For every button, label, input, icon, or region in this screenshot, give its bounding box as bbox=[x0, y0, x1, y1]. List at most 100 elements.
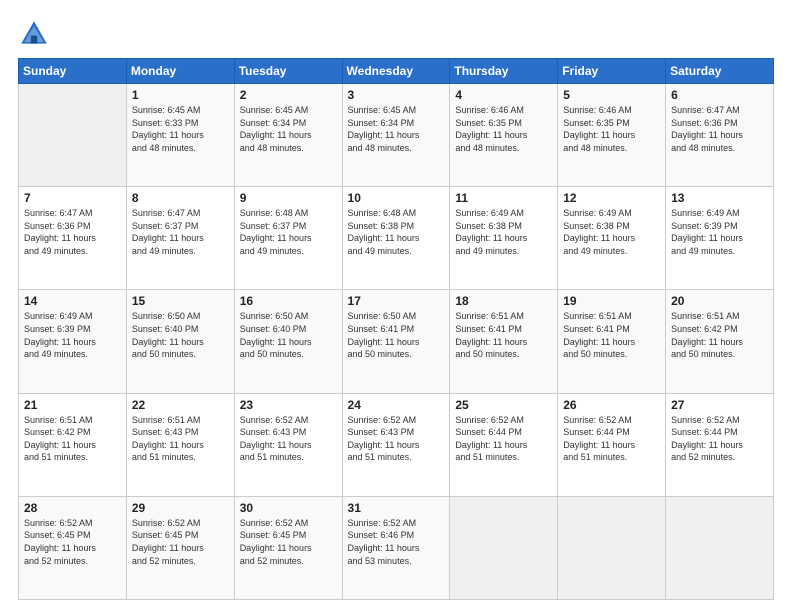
day-number: 15 bbox=[132, 294, 230, 308]
day-number: 19 bbox=[563, 294, 661, 308]
logo bbox=[18, 18, 54, 50]
calendar-cell: 5Sunrise: 6:46 AM Sunset: 6:35 PM Daylig… bbox=[558, 84, 666, 187]
day-info: Sunrise: 6:52 AM Sunset: 6:46 PM Dayligh… bbox=[348, 517, 446, 567]
calendar-week-3: 14 Sunrise: 6:49 AM Sunset: 6:39 PM Dayli… bbox=[19, 290, 774, 393]
day-number: 16 bbox=[240, 294, 338, 308]
calendar-cell: 24Sunrise: 6:52 AM Sunset: 6:43 PM Dayli… bbox=[342, 393, 450, 496]
day-number: 1 bbox=[132, 88, 230, 102]
calendar-cell: 31 Sunrise: 6:52 AM Sunset: 6:46 PM Dayli… bbox=[342, 496, 450, 599]
day-info: Sunrise: 6:49 AM Sunset: 6:39 PM Dayligh… bbox=[671, 207, 769, 257]
calendar-cell: 9Sunrise: 6:48 AM Sunset: 6:37 PM Daylig… bbox=[234, 187, 342, 290]
calendar-cell: 17Sunrise: 6:50 AM Sunset: 6:41 PM Dayli… bbox=[342, 290, 450, 393]
calendar-cell: 14 Sunrise: 6:49 AM Sunset: 6:39 PM Dayli… bbox=[19, 290, 127, 393]
day-number: 30 bbox=[240, 501, 338, 515]
day-info: Sunrise: 6:49 AM Sunset: 6:38 PM Dayligh… bbox=[455, 207, 553, 257]
day-number: 28 bbox=[24, 501, 122, 515]
day-number: 2 bbox=[240, 88, 338, 102]
day-info: Sunrise: 6:47 AM Sunset: 6:36 PM Dayligh… bbox=[671, 104, 769, 154]
calendar-cell: 30 Sunrise: 6:52 AM Sunset: 6:45 PM Dayli… bbox=[234, 496, 342, 599]
day-info: Sunrise: 6:46 AM Sunset: 6:35 PM Dayligh… bbox=[563, 104, 661, 154]
day-info: Sunrise: 6:52 AM Sunset: 6:44 PM Dayligh… bbox=[671, 414, 769, 464]
calendar-cell: 7 Sunrise: 6:47 AM Sunset: 6:36 PM Daylig… bbox=[19, 187, 127, 290]
day-number: 27 bbox=[671, 398, 769, 412]
calendar-cell: 8Sunrise: 6:47 AM Sunset: 6:37 PM Daylig… bbox=[126, 187, 234, 290]
day-info: Sunrise: 6:51 AM Sunset: 6:41 PM Dayligh… bbox=[563, 310, 661, 360]
calendar-week-5: 28 Sunrise: 6:52 AM Sunset: 6:45 PM Dayli… bbox=[19, 496, 774, 599]
page: SundayMondayTuesdayWednesdayThursdayFrid… bbox=[0, 0, 792, 612]
calendar-cell: 1 Sunrise: 6:45 AM Sunset: 6:33 PM Daylig… bbox=[126, 84, 234, 187]
day-info: Sunrise: 6:47 AM Sunset: 6:36 PM Dayligh… bbox=[24, 207, 122, 257]
day-number: 11 bbox=[455, 191, 553, 205]
day-info: Sunrise: 6:49 AM Sunset: 6:39 PM Dayligh… bbox=[24, 310, 122, 360]
day-number: 31 bbox=[348, 501, 446, 515]
day-number: 18 bbox=[455, 294, 553, 308]
day-header-friday: Friday bbox=[558, 59, 666, 84]
calendar-cell: 29 Sunrise: 6:52 AM Sunset: 6:45 PM Dayli… bbox=[126, 496, 234, 599]
calendar-cell: 3 Sunrise: 6:45 AM Sunset: 6:34 PM Daylig… bbox=[342, 84, 450, 187]
day-number: 3 bbox=[348, 88, 446, 102]
calendar-cell: 16 Sunrise: 6:50 AM Sunset: 6:40 PM Dayli… bbox=[234, 290, 342, 393]
calendar-cell: 20Sunrise: 6:51 AM Sunset: 6:42 PM Dayli… bbox=[666, 290, 774, 393]
day-info: Sunrise: 6:52 AM Sunset: 6:45 PM Dayligh… bbox=[240, 517, 338, 567]
calendar-cell: 13 Sunrise: 6:49 AM Sunset: 6:39 PM Dayli… bbox=[666, 187, 774, 290]
day-number: 14 bbox=[24, 294, 122, 308]
day-info: Sunrise: 6:45 AM Sunset: 6:34 PM Dayligh… bbox=[240, 104, 338, 154]
day-info: Sunrise: 6:45 AM Sunset: 6:34 PM Dayligh… bbox=[348, 104, 446, 154]
day-number: 29 bbox=[132, 501, 230, 515]
day-number: 7 bbox=[24, 191, 122, 205]
calendar-cell: 22 Sunrise: 6:51 AM Sunset: 6:43 PM Dayli… bbox=[126, 393, 234, 496]
header bbox=[18, 18, 774, 50]
calendar-week-4: 21 Sunrise: 6:51 AM Sunset: 6:42 PM Dayli… bbox=[19, 393, 774, 496]
day-number: 17 bbox=[348, 294, 446, 308]
day-info: Sunrise: 6:45 AM Sunset: 6:33 PM Dayligh… bbox=[132, 104, 230, 154]
day-number: 25 bbox=[455, 398, 553, 412]
calendar-week-2: 7 Sunrise: 6:47 AM Sunset: 6:36 PM Daylig… bbox=[19, 187, 774, 290]
calendar-cell: 10Sunrise: 6:48 AM Sunset: 6:38 PM Dayli… bbox=[342, 187, 450, 290]
day-info: Sunrise: 6:52 AM Sunset: 6:43 PM Dayligh… bbox=[240, 414, 338, 464]
day-info: Sunrise: 6:51 AM Sunset: 6:41 PM Dayligh… bbox=[455, 310, 553, 360]
calendar-table: SundayMondayTuesdayWednesdayThursdayFrid… bbox=[18, 58, 774, 600]
calendar-cell: 28 Sunrise: 6:52 AM Sunset: 6:45 PM Dayli… bbox=[19, 496, 127, 599]
day-number: 4 bbox=[455, 88, 553, 102]
day-header-wednesday: Wednesday bbox=[342, 59, 450, 84]
calendar-cell: 19 Sunrise: 6:51 AM Sunset: 6:41 PM Dayli… bbox=[558, 290, 666, 393]
day-info: Sunrise: 6:52 AM Sunset: 6:44 PM Dayligh… bbox=[563, 414, 661, 464]
day-number: 13 bbox=[671, 191, 769, 205]
calendar-cell: 11 Sunrise: 6:49 AM Sunset: 6:38 PM Dayli… bbox=[450, 187, 558, 290]
day-header-monday: Monday bbox=[126, 59, 234, 84]
day-info: Sunrise: 6:50 AM Sunset: 6:40 PM Dayligh… bbox=[240, 310, 338, 360]
day-info: Sunrise: 6:51 AM Sunset: 6:43 PM Dayligh… bbox=[132, 414, 230, 464]
day-header-sunday: Sunday bbox=[19, 59, 127, 84]
day-info: Sunrise: 6:52 AM Sunset: 6:45 PM Dayligh… bbox=[24, 517, 122, 567]
day-number: 23 bbox=[240, 398, 338, 412]
day-info: Sunrise: 6:52 AM Sunset: 6:44 PM Dayligh… bbox=[455, 414, 553, 464]
day-info: Sunrise: 6:50 AM Sunset: 6:40 PM Dayligh… bbox=[132, 310, 230, 360]
day-info: Sunrise: 6:51 AM Sunset: 6:42 PM Dayligh… bbox=[671, 310, 769, 360]
day-header-tuesday: Tuesday bbox=[234, 59, 342, 84]
day-number: 12 bbox=[563, 191, 661, 205]
calendar-cell bbox=[558, 496, 666, 599]
calendar-cell: 4 Sunrise: 6:46 AM Sunset: 6:35 PM Daylig… bbox=[450, 84, 558, 187]
day-number: 10 bbox=[348, 191, 446, 205]
day-header-saturday: Saturday bbox=[666, 59, 774, 84]
calendar-cell: 23 Sunrise: 6:52 AM Sunset: 6:43 PM Dayli… bbox=[234, 393, 342, 496]
day-header-thursday: Thursday bbox=[450, 59, 558, 84]
day-number: 22 bbox=[132, 398, 230, 412]
calendar-week-1: 1 Sunrise: 6:45 AM Sunset: 6:33 PM Daylig… bbox=[19, 84, 774, 187]
day-info: Sunrise: 6:46 AM Sunset: 6:35 PM Dayligh… bbox=[455, 104, 553, 154]
day-number: 21 bbox=[24, 398, 122, 412]
calendar-cell: 6Sunrise: 6:47 AM Sunset: 6:36 PM Daylig… bbox=[666, 84, 774, 187]
day-info: Sunrise: 6:51 AM Sunset: 6:42 PM Dayligh… bbox=[24, 414, 122, 464]
calendar-cell bbox=[666, 496, 774, 599]
calendar-cell: 12Sunrise: 6:49 AM Sunset: 6:38 PM Dayli… bbox=[558, 187, 666, 290]
calendar-cell: 2 Sunrise: 6:45 AM Sunset: 6:34 PM Daylig… bbox=[234, 84, 342, 187]
logo-icon bbox=[18, 18, 50, 50]
day-number: 8 bbox=[132, 191, 230, 205]
calendar-cell bbox=[19, 84, 127, 187]
day-number: 26 bbox=[563, 398, 661, 412]
day-info: Sunrise: 6:48 AM Sunset: 6:37 PM Dayligh… bbox=[240, 207, 338, 257]
calendar-cell: 18 Sunrise: 6:51 AM Sunset: 6:41 PM Dayli… bbox=[450, 290, 558, 393]
calendar-header-row: SundayMondayTuesdayWednesdayThursdayFrid… bbox=[19, 59, 774, 84]
day-info: Sunrise: 6:52 AM Sunset: 6:43 PM Dayligh… bbox=[348, 414, 446, 464]
day-info: Sunrise: 6:52 AM Sunset: 6:45 PM Dayligh… bbox=[132, 517, 230, 567]
